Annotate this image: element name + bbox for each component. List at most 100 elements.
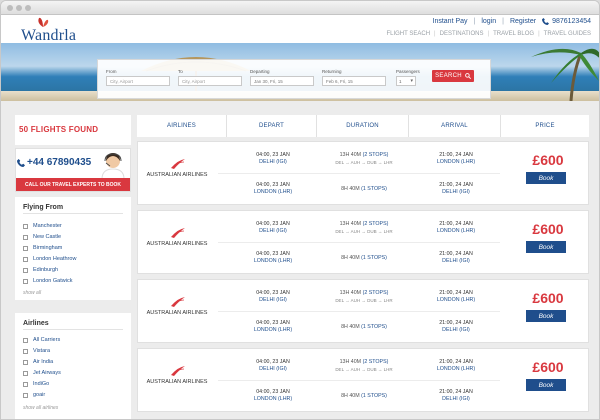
- divider: |: [502, 18, 504, 25]
- call-experts-cta[interactable]: CALL OUR TRAVEL EXPERTS TO BOOK: [16, 178, 130, 191]
- stops-link[interactable]: (1 STOPS): [361, 186, 387, 192]
- ret-duration: 8H 40M (1 STOPS): [318, 255, 410, 262]
- book-button[interactable]: Book: [526, 310, 566, 322]
- ret-arrival: 21:00, 24 JAN DELHI (IGI): [410, 320, 502, 334]
- stops-link[interactable]: (1 STOPS): [361, 324, 387, 330]
- flight-result-card[interactable]: AUSTRALIAN AIRLINES 04:00, 23 JAN DELHI (…: [137, 141, 589, 205]
- departing-date-input[interactable]: Jan 30, Fri, 15: [250, 76, 314, 86]
- flight-result-card[interactable]: AUSTRALIAN AIRLINES 04:00, 23 JAN DELHI (…: [137, 279, 589, 343]
- filter-origin-item[interactable]: Edinburgh: [23, 267, 58, 273]
- book-button[interactable]: Book: [526, 241, 566, 253]
- arrival-time: 21:00, 24 JAN: [439, 152, 473, 158]
- stops-link[interactable]: (2 STOPS): [363, 152, 389, 158]
- filter-airline-item[interactable]: All Carriers: [23, 337, 60, 343]
- checkbox[interactable]: [23, 381, 28, 387]
- checkbox[interactable]: [23, 348, 28, 354]
- airlines-filter: Airlines All Carriers Vistara Air India …: [15, 313, 131, 419]
- depart-time: 04:00, 23 JAN: [256, 359, 290, 365]
- flight-result-card[interactable]: AUSTRALIAN AIRLINES 04:00, 23 JAN DELHI (…: [137, 210, 589, 274]
- returning-date-input[interactable]: Feb 6, Fri, 15: [322, 76, 386, 86]
- support-agent-icon: [101, 153, 125, 179]
- column-depart[interactable]: DEPART: [227, 115, 317, 137]
- passengers-value: 1: [399, 79, 402, 84]
- to-input[interactable]: City, Airport: [178, 76, 242, 86]
- book-button[interactable]: Book: [526, 172, 566, 184]
- filter-airline-item[interactable]: Air India: [23, 359, 53, 365]
- arrival-time: 21:00, 24 JAN: [439, 251, 473, 257]
- search-icon: [465, 73, 471, 79]
- instant-pay-link[interactable]: Instant Pay: [433, 18, 468, 25]
- checkbox[interactable]: [23, 359, 28, 365]
- flight-result-card[interactable]: AUSTRALIAN AIRLINES 04:00, 23 JAN DELHI (…: [137, 348, 589, 412]
- register-link[interactable]: Register: [510, 18, 536, 25]
- passengers-select[interactable]: 1 ▾: [396, 76, 416, 86]
- nav-flight-search[interactable]: FLIGHT SEACH: [386, 31, 430, 37]
- call-experts-panel[interactable]: +44 67890435 CALL OUR TRAVEL EXPERTS TO …: [15, 148, 131, 192]
- arrival-place: LONDON (LHR): [436, 366, 476, 372]
- arrival-time: 21:00, 24 JAN: [439, 320, 473, 326]
- stops-link[interactable]: (1 STOPS): [361, 255, 387, 261]
- route-text: DEL → AUH → DUB → LHR: [335, 298, 393, 303]
- from-input[interactable]: City, Airport: [106, 76, 170, 86]
- checkbox[interactable]: [23, 267, 28, 273]
- checkbox[interactable]: [23, 337, 28, 343]
- arrival-time: 21:00, 24 JAN: [439, 182, 473, 188]
- login-link[interactable]: login: [481, 18, 496, 25]
- ret-depart: 04:00, 23 JAN LONDON (LHR): [228, 320, 318, 334]
- flights-found-count: 50 FLIGHTS FOUND: [19, 125, 99, 134]
- out-duration: 13H 40M (2 STOPS) DEL → AUH → DUB → LHR: [318, 221, 410, 235]
- checkbox[interactable]: [23, 278, 28, 284]
- site-logo[interactable]: Wandrla: [11, 17, 76, 44]
- filter-origin-item[interactable]: Manchester: [23, 223, 62, 229]
- filter-origin-item[interactable]: Birmingham: [23, 245, 62, 251]
- maximize-dot[interactable]: [25, 5, 31, 11]
- checkbox[interactable]: [23, 234, 28, 240]
- nav-travel-blog[interactable]: TRAVEL BLOG: [493, 31, 534, 37]
- call-number-text: +44 67890435: [27, 157, 92, 168]
- ret-duration: 8H 40M (1 STOPS): [318, 324, 410, 331]
- column-duration[interactable]: DURATION: [317, 115, 409, 137]
- filter-airline-item[interactable]: IndiGo: [23, 381, 49, 387]
- search-button[interactable]: SEARCH: [432, 70, 474, 82]
- depart-place: LONDON (LHR): [253, 258, 293, 264]
- checkbox[interactable]: [23, 392, 28, 398]
- filter-airline-item[interactable]: Jet Airways: [23, 370, 61, 376]
- ret-arrival: 21:00, 24 JAN DELHI (IGI): [410, 389, 502, 403]
- out-duration: 13H 40M (2 STOPS) DEL → AUH → DUB → LHR: [318, 359, 410, 373]
- checkbox[interactable]: [23, 370, 28, 376]
- close-dot[interactable]: [7, 5, 13, 11]
- column-arrival[interactable]: ARRIVAL: [409, 115, 501, 137]
- checkbox[interactable]: [23, 223, 28, 229]
- flight-search-form: From City, Airport To City, Airport Depa…: [97, 59, 491, 99]
- column-airlines[interactable]: AIRLINES: [137, 115, 227, 137]
- show-all-airlines-link[interactable]: show all airlines: [23, 405, 58, 411]
- stops-link[interactable]: (2 STOPS): [363, 221, 389, 227]
- stops-link[interactable]: (2 STOPS): [363, 359, 389, 365]
- depart-place: LONDON (LHR): [253, 189, 293, 195]
- divider: [218, 173, 500, 174]
- show-all-origins-link[interactable]: show all: [23, 290, 41, 296]
- nav-travel-guides[interactable]: TRAVEL GUIDES: [544, 31, 591, 37]
- nav-destinations[interactable]: DESTINATIONS: [440, 31, 484, 37]
- column-price[interactable]: PRICE: [501, 115, 589, 137]
- filter-airline-item[interactable]: Vistara: [23, 348, 50, 354]
- departing-label: Departing: [250, 69, 270, 74]
- checkbox[interactable]: [23, 245, 28, 251]
- ret-arrival: 21:00, 24 JAN DELHI (IGI): [410, 182, 502, 196]
- stops-link[interactable]: (2 STOPS): [363, 290, 389, 296]
- filter-airline-label: Air India: [33, 359, 54, 365]
- stops-link[interactable]: (1 STOPS): [361, 393, 387, 399]
- filter-origin-item[interactable]: London Gatwick: [23, 278, 72, 284]
- checkbox[interactable]: [23, 256, 28, 262]
- arrival-time: 21:00, 24 JAN: [439, 290, 473, 296]
- divider: [23, 329, 123, 330]
- depart-time: 04:00, 23 JAN: [256, 389, 290, 395]
- minimize-dot[interactable]: [16, 5, 22, 11]
- filter-origin-item[interactable]: New Castle: [23, 234, 61, 240]
- arrival-place: LONDON (LHR): [436, 159, 476, 165]
- price: £600: [532, 290, 564, 306]
- filter-airline-item[interactable]: goair: [23, 392, 45, 398]
- filter-origin-item[interactable]: London Heathrow: [23, 256, 76, 262]
- book-button[interactable]: Book: [526, 379, 566, 391]
- phone-contact[interactable]: 9876123454: [542, 18, 591, 25]
